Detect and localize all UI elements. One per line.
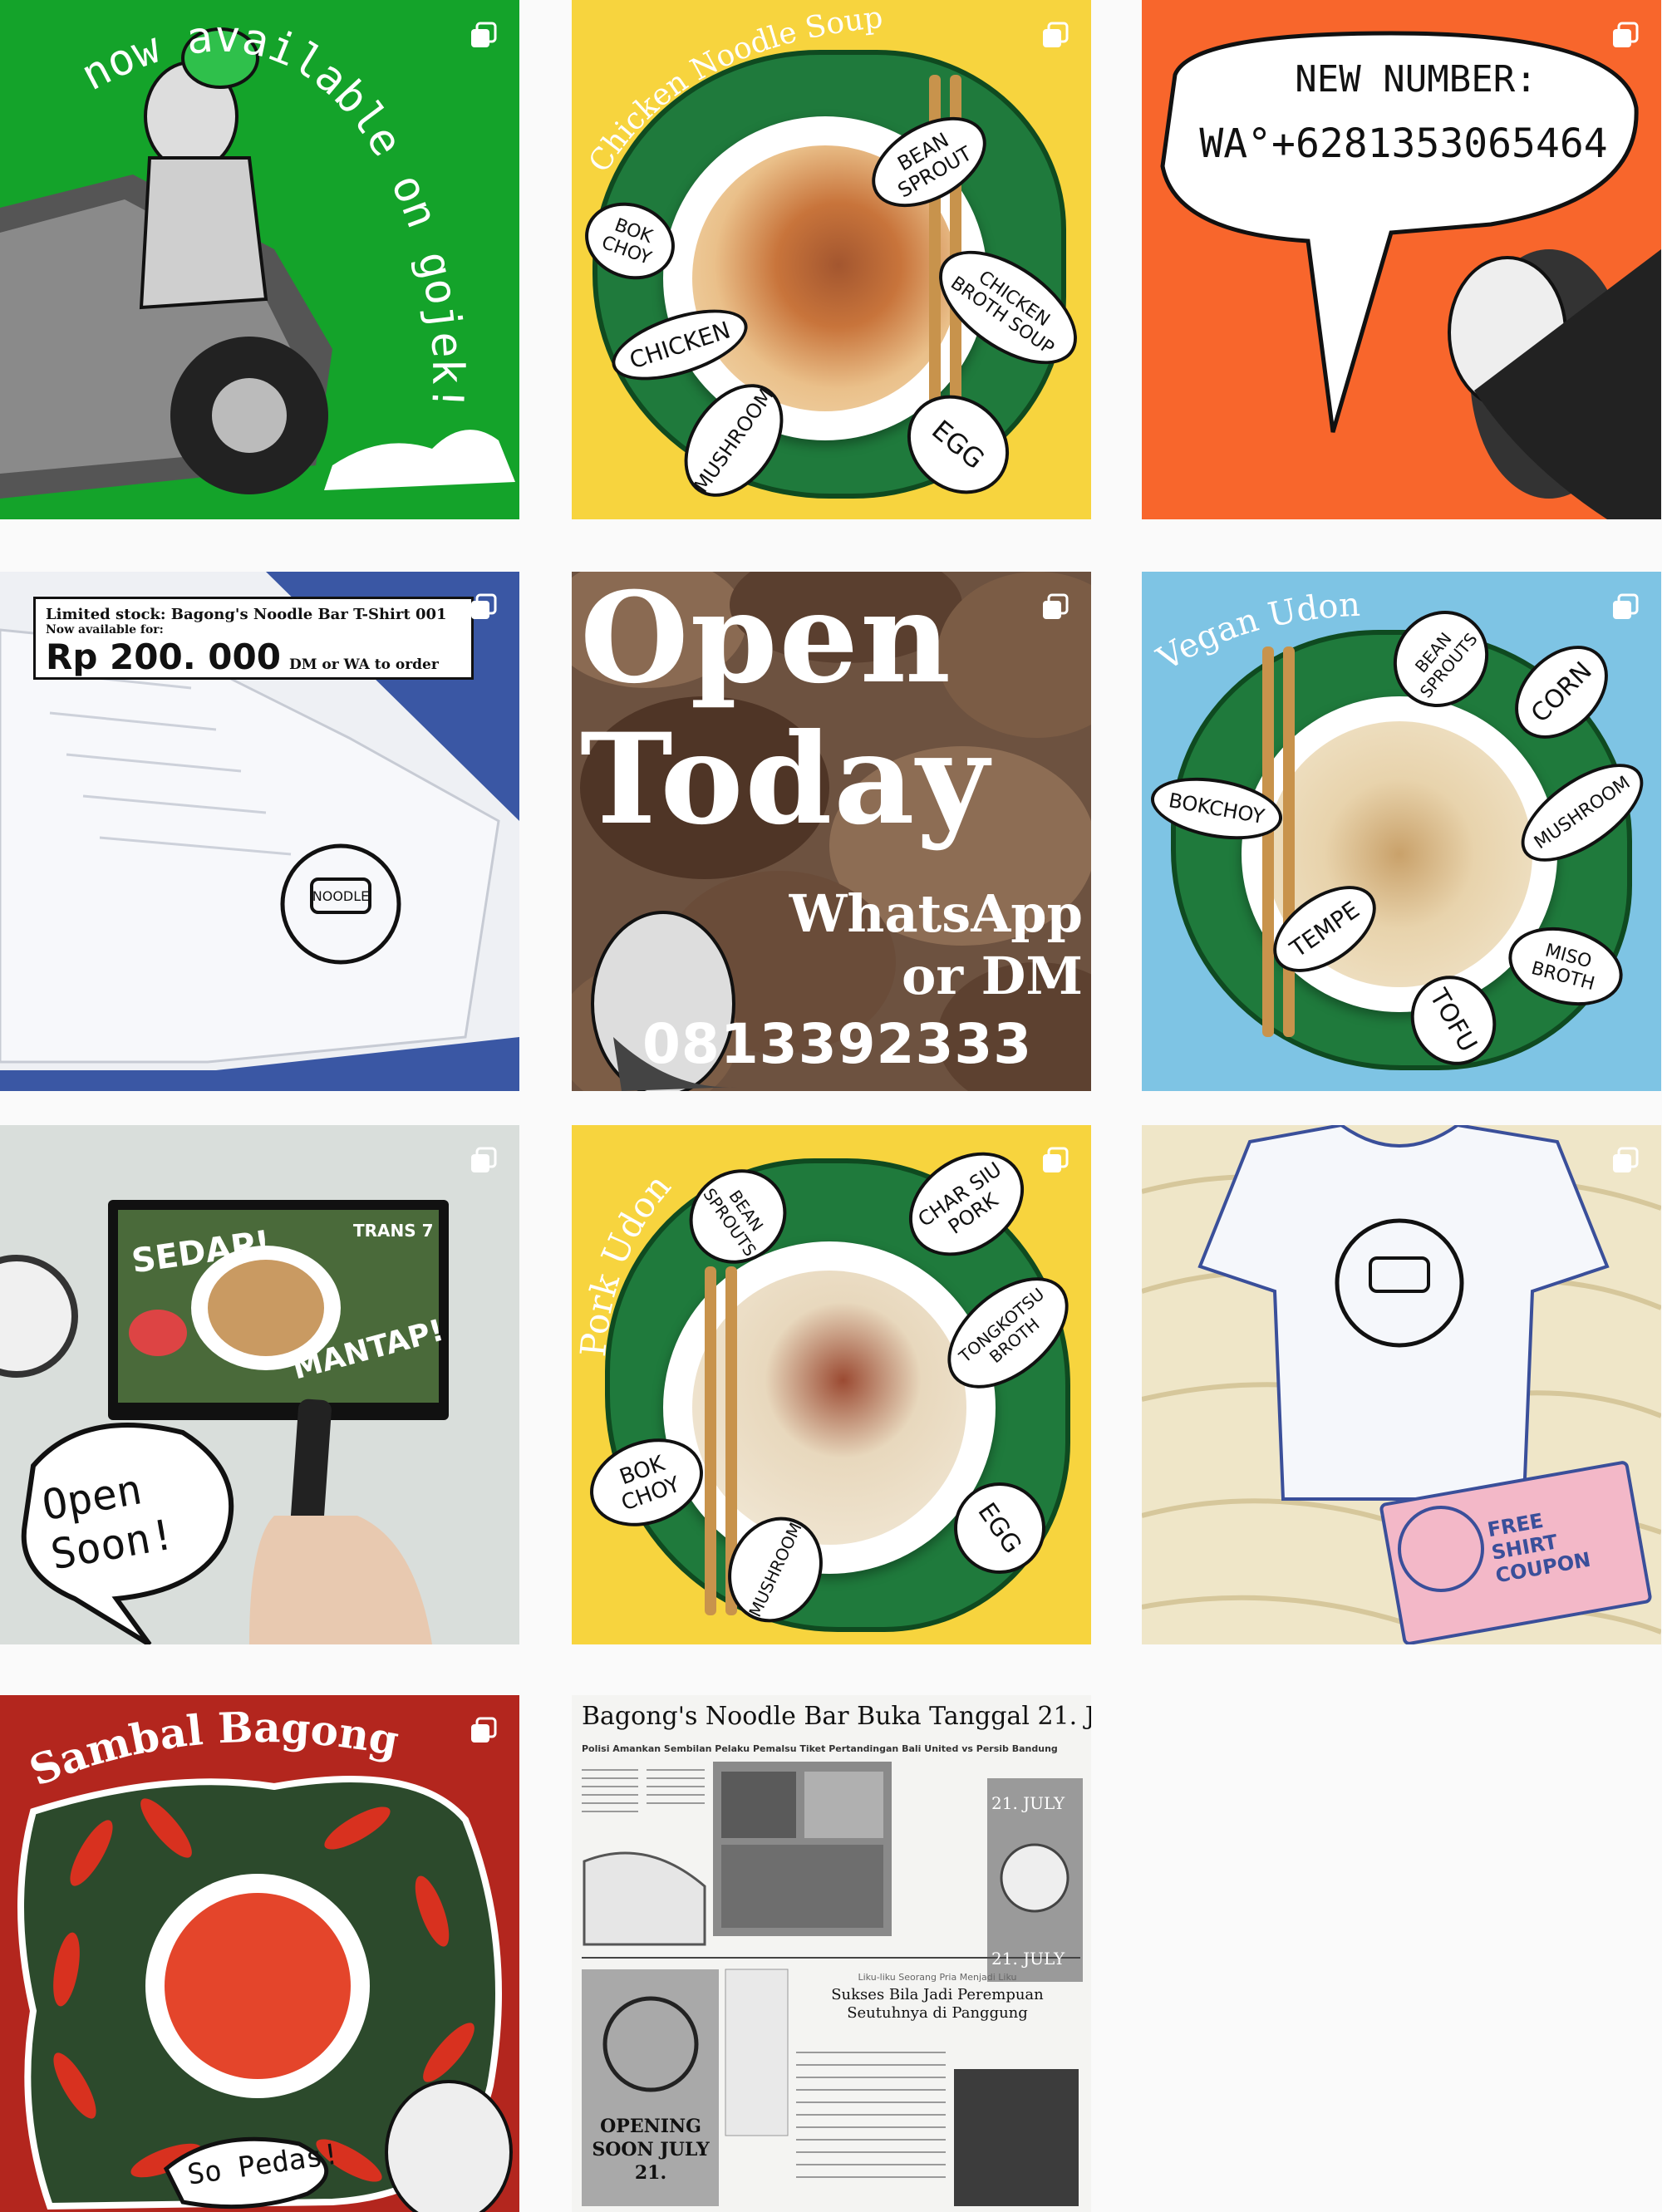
multiple-photos-icon — [1613, 22, 1639, 47]
open-heading: Open — [580, 572, 953, 711]
newspaper-date-top: 21. JULY — [991, 1793, 1065, 1813]
svg-text:Sambal Bagong: Sambal Bagong — [22, 1703, 402, 1796]
multiple-photos-icon — [471, 1147, 497, 1172]
whatsapp-text: WhatsApp — [789, 883, 1083, 944]
post-chicken-noodle-soup[interactable]: Chicken Noodle Soup BEAN SPROUT BOK CHOY… — [572, 0, 1091, 519]
newspaper-story-title: Sukses Bila Jadi Perempuan Seutuhnya di … — [831, 1986, 1044, 2022]
title-curved: Sambal Bagong — [22, 1703, 402, 1796]
phone-number: 0813392333 — [642, 1012, 1033, 1076]
multiple-photos-icon — [1043, 593, 1069, 619]
multiple-photos-icon — [1043, 1147, 1069, 1172]
svg-text:NOODLE: NOODLE — [312, 888, 370, 904]
post-pork-udon[interactable]: Pork Udon BEAN SPROUTS CHAR SIU PORK TON… — [572, 1125, 1091, 1644]
post-sambal-bagong[interactable]: Sambal Bagong So Pedas! — [0, 1695, 519, 2212]
price-card-line2: Now available for: — [46, 623, 164, 637]
post-vegan-udon[interactable]: Vegan Udon BEAN SPROUTS CORN BOKCHOY MUS… — [1142, 572, 1661, 1091]
multiple-photos-icon — [1613, 1147, 1639, 1172]
post-newspaper[interactable]: Bagong's Noodle Bar Buka Tanggal 21. J l… — [572, 1695, 1091, 2212]
post-open-soon[interactable]: SEDAP! MANTAP! TRANS 7 Open Soon! — [0, 1125, 519, 1644]
svg-text:now available on gojek!: now available on gojek! — [73, 12, 472, 412]
newspaper-ad-text: OPENING SOON JULY 21. — [592, 2116, 710, 2184]
post-open-today[interactable]: Open Today WhatsApp or DM 0813392333 — [572, 572, 1091, 1091]
new-number-heading: NEW NUMBER: — [1295, 58, 1537, 101]
price: Rp 200. 000 — [46, 637, 281, 677]
multiple-photos-icon — [471, 1717, 497, 1743]
whatsapp-number: WA°+6281353065464 — [1199, 120, 1608, 167]
multiple-photos-icon — [471, 22, 497, 47]
newspaper-story-kicker: Liku-liku Seorang Pria Menjadi Liku — [858, 1972, 1017, 1983]
multiple-photos-icon — [1613, 593, 1639, 619]
svg-text:Pork Udon: Pork Udon — [573, 1166, 679, 1358]
post-gojek[interactable]: now available on gojek! — [0, 0, 519, 519]
multiple-photos-icon — [1043, 22, 1069, 47]
post-free-shirt[interactable]: FREE SHIRT COUPON — [1142, 1125, 1661, 1644]
svg-text:Vegan Udon: Vegan Udon — [1150, 586, 1361, 679]
or-dm-text: or DM — [902, 946, 1083, 1006]
svg-text:Chicken Noodle Soup: Chicken Noodle Soup — [583, 1, 884, 179]
newspaper-date-bottom: 21. JULY — [991, 1949, 1065, 1969]
post-tshirt-limited[interactable]: NOODLE Limited stock: Bagong's Noodle Ba… — [0, 572, 519, 1091]
tv-channel-logo: TRANS 7 — [353, 1221, 434, 1241]
price-card-line1: Limited stock: Bagong's Noodle Bar T-Shi… — [46, 606, 447, 623]
today-heading: Today — [580, 706, 991, 853]
price-card: Limited stock: Bagong's Noodle Bar T-Shi… — [33, 597, 474, 680]
post-new-number[interactable]: NEW NUMBER: WA°+6281353065464 — [1142, 0, 1661, 519]
gojek-curved-text: now available on gojek! — [73, 12, 472, 412]
multiple-photos-icon — [471, 593, 497, 619]
price-cta: DM or WA to order — [288, 656, 439, 673]
post-grid: now available on gojek! Chicken Noodle S… — [0, 0, 1662, 2212]
